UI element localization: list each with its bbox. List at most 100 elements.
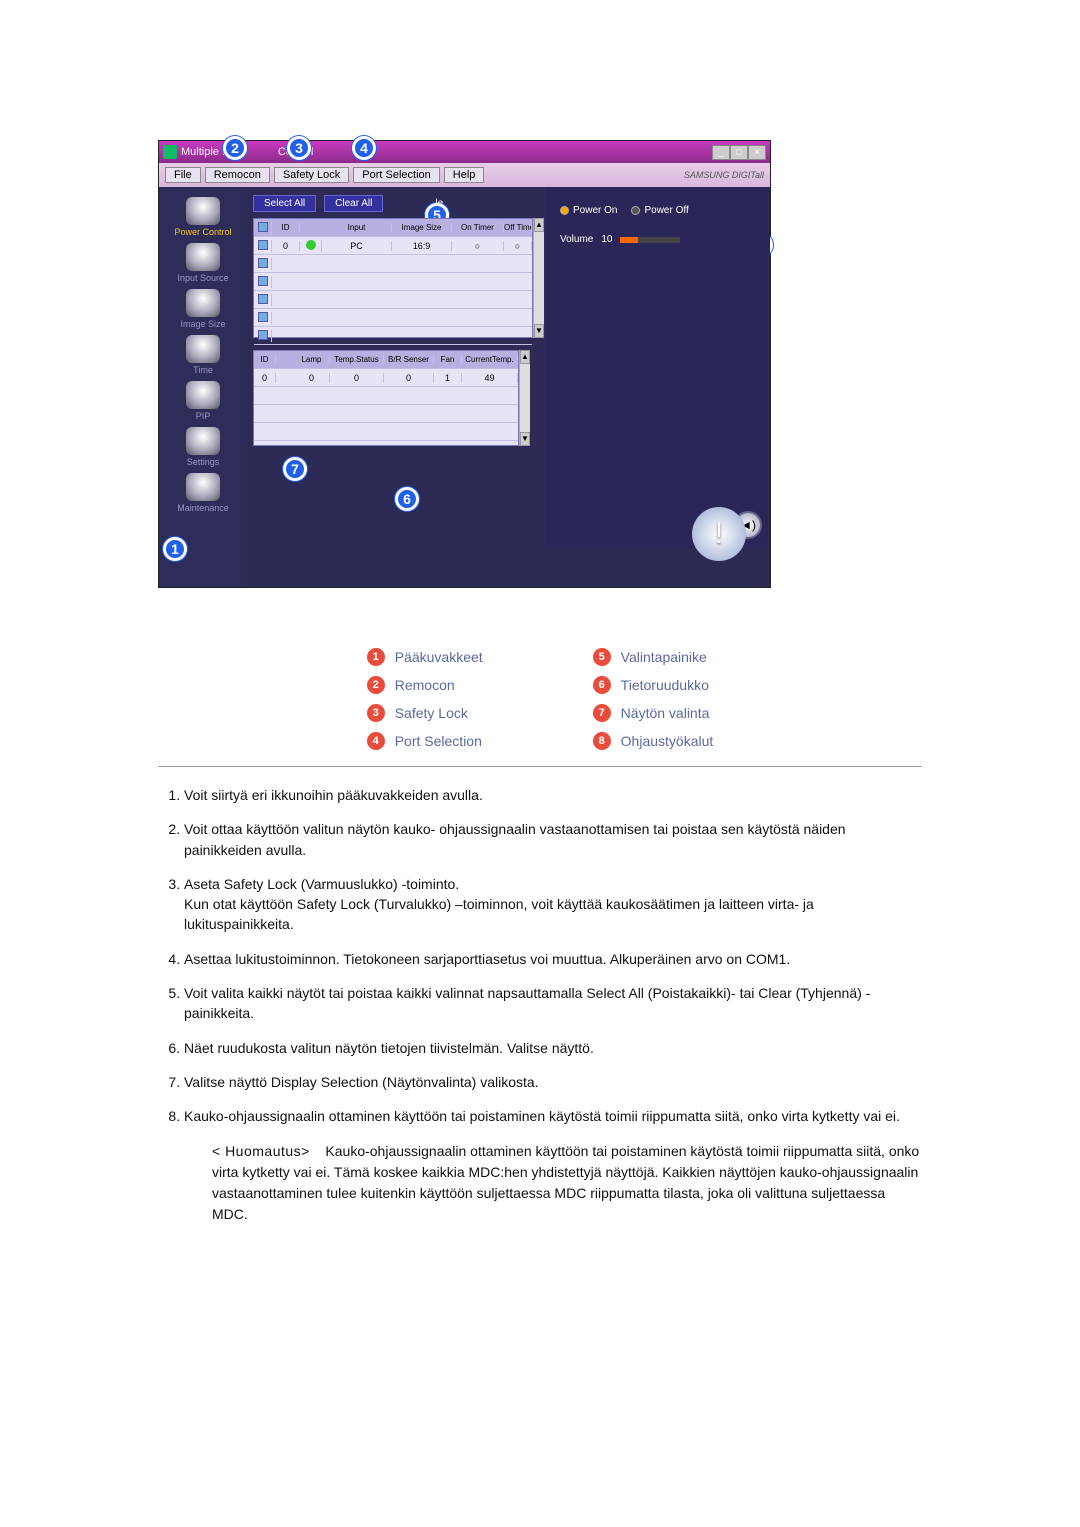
radio-icon (560, 206, 569, 215)
col-tempstatus: Temp.Status (330, 355, 384, 364)
cell-lamp: 0 (294, 373, 330, 383)
select-all-button[interactable]: Select All (253, 195, 316, 212)
list-item: Kauko-ohjaussignaalin ottaminen käyttöön… (184, 1106, 922, 1126)
list-text: Aseta Safety Lock (Varmuuslukko) -toimin… (184, 876, 459, 892)
scroll-down-icon[interactable]: ▼ (520, 432, 530, 446)
legend-label: Safety Lock (395, 705, 468, 721)
menubar: File Remocon Safety Lock Port Selection … (159, 163, 770, 187)
col-brsenser: B/R Senser (384, 355, 434, 364)
legend-num-icon: 4 (367, 732, 385, 750)
legend-item: 6Tietoruudukko (593, 676, 714, 694)
sidebar-item-settings[interactable]: Settings (186, 425, 220, 467)
sidebar-item-pip[interactable]: PIP (186, 379, 220, 421)
power-on-radio[interactable]: Power On (560, 205, 617, 216)
cell-fan: 1 (434, 373, 462, 383)
sidebar-item-time[interactable]: Time (186, 333, 220, 375)
scroll-down-icon[interactable]: ▼ (534, 324, 544, 338)
menu-remocon[interactable]: Remocon (205, 167, 270, 183)
scrollbar[interactable]: ▲ ▼ (519, 350, 530, 446)
cell-temp: 0 (330, 373, 384, 383)
note-text: Kauko-ohjaussignaalin ottaminen käyttöön… (212, 1143, 919, 1222)
grid-row[interactable] (254, 255, 532, 273)
sidebar-label: PIP (196, 411, 211, 421)
menu-file[interactable]: File (165, 167, 201, 183)
sidebar: Power Control Input Source Image Size Ti… (159, 187, 247, 587)
cell-input: PC (322, 241, 392, 251)
menu-help[interactable]: Help (444, 167, 485, 183)
sidebar-item-input-source[interactable]: Input Source (177, 241, 228, 283)
maintenance-icon (186, 473, 220, 501)
list-item: Valitse näyttö Display Selection (Näytön… (184, 1072, 922, 1092)
titlebar: Multiple D Control _ □ × (159, 141, 770, 163)
legend-label: Port Selection (395, 733, 482, 749)
row-checkbox[interactable] (258, 240, 268, 250)
row-checkbox[interactable] (258, 294, 268, 304)
status-grid-row[interactable]: 0 0 0 0 1 49 (254, 369, 518, 387)
legend-num-icon: 6 (593, 676, 611, 694)
legend-label: Ohjaustyökalut (621, 733, 714, 749)
description-list: Voit siirtyä eri ikkunoihin pääkuvakkeid… (158, 785, 922, 1127)
grid-row[interactable] (254, 273, 532, 291)
legend-num-icon: 8 (593, 732, 611, 750)
time-icon (186, 335, 220, 363)
power-off-radio[interactable]: Power Off (631, 205, 688, 216)
status-grid[interactable]: ID Lamp Temp.Status B/R Senser Fan Curre… (253, 350, 519, 446)
grid-row[interactable]: 0 PC 16:9 ○ ○ (254, 237, 532, 255)
legend-item: 7 Näytön valinta (593, 704, 714, 722)
row-checkbox[interactable] (258, 330, 268, 340)
col-id: ID (254, 355, 276, 364)
scroll-up-icon[interactable]: ▲ (534, 218, 544, 232)
legend-num-icon: 3 (367, 704, 385, 722)
close-button[interactable]: × (748, 145, 766, 160)
legend-label: Näytön valinta (621, 705, 710, 721)
legend-item: 4 Port Selection (367, 732, 483, 750)
clear-all-button[interactable]: Clear All (324, 195, 383, 212)
sidebar-label: Settings (187, 457, 220, 467)
row-checkbox[interactable] (258, 276, 268, 286)
power-on-label: Power On (573, 205, 617, 216)
radio-icon (631, 206, 640, 215)
legend-item: 2Remocon (367, 676, 483, 694)
power-status-icon (306, 240, 316, 250)
volume-slider[interactable] (620, 237, 680, 243)
list-item: Aseta Safety Lock (Varmuuslukko) -toimin… (184, 874, 922, 935)
cell-id: 0 (272, 241, 300, 251)
app-icon (163, 145, 177, 159)
list-item: Voit siirtyä eri ikkunoihin pääkuvakkeid… (184, 785, 922, 805)
volume-value: 10 (601, 234, 612, 245)
sidebar-item-maintenance[interactable]: Maintenance (177, 471, 229, 513)
list-item: Voit valita kaikki näytöt tai poistaa ka… (184, 983, 922, 1024)
sidebar-label: Image Size (180, 319, 225, 329)
legend-item: 3 Safety Lock (367, 704, 483, 722)
cell-ontimer: ○ (452, 241, 504, 251)
legend-num-icon: 7 (593, 704, 611, 722)
sidebar-label: Maintenance (177, 503, 229, 513)
grid-row[interactable] (254, 291, 532, 309)
minimize-button[interactable]: _ (712, 145, 730, 160)
col-id: ID (272, 223, 300, 232)
row-checkbox[interactable] (258, 312, 268, 322)
menu-safety-lock[interactable]: Safety Lock (274, 167, 349, 183)
alert-icon: ! (692, 507, 746, 561)
sidebar-label: Power Control (174, 227, 231, 237)
status-grid-row[interactable] (254, 423, 518, 441)
col-lamp: Lamp (294, 355, 330, 364)
menu-port-selection[interactable]: Port Selection (353, 167, 439, 183)
display-grid[interactable]: ID Input Image Size On Timer Off Timer 0… (253, 218, 533, 338)
grid-row[interactable] (254, 309, 532, 327)
legend-label: Pääkuvakkeet (395, 649, 483, 665)
status-grid-row[interactable] (254, 387, 518, 405)
le-label: le (435, 198, 443, 209)
scroll-up-icon[interactable]: ▲ (520, 350, 530, 364)
col-imagesize: Image Size (392, 223, 452, 232)
grid-row[interactable] (254, 327, 532, 345)
sidebar-item-image-size[interactable]: Image Size (180, 287, 225, 329)
scrollbar[interactable]: ▲ ▼ (533, 218, 544, 338)
status-grid-row[interactable] (254, 405, 518, 423)
list-text: Kun otat käyttöön Safety Lock (Turvalukk… (184, 896, 814, 932)
sidebar-item-power-control[interactable]: Power Control (174, 195, 231, 237)
maximize-button[interactable]: □ (730, 145, 748, 160)
col-offtimer: Off Timer (504, 223, 532, 232)
row-checkbox[interactable] (258, 258, 268, 268)
list-item: Näet ruudukosta valitun näytön tietojen … (184, 1038, 922, 1058)
